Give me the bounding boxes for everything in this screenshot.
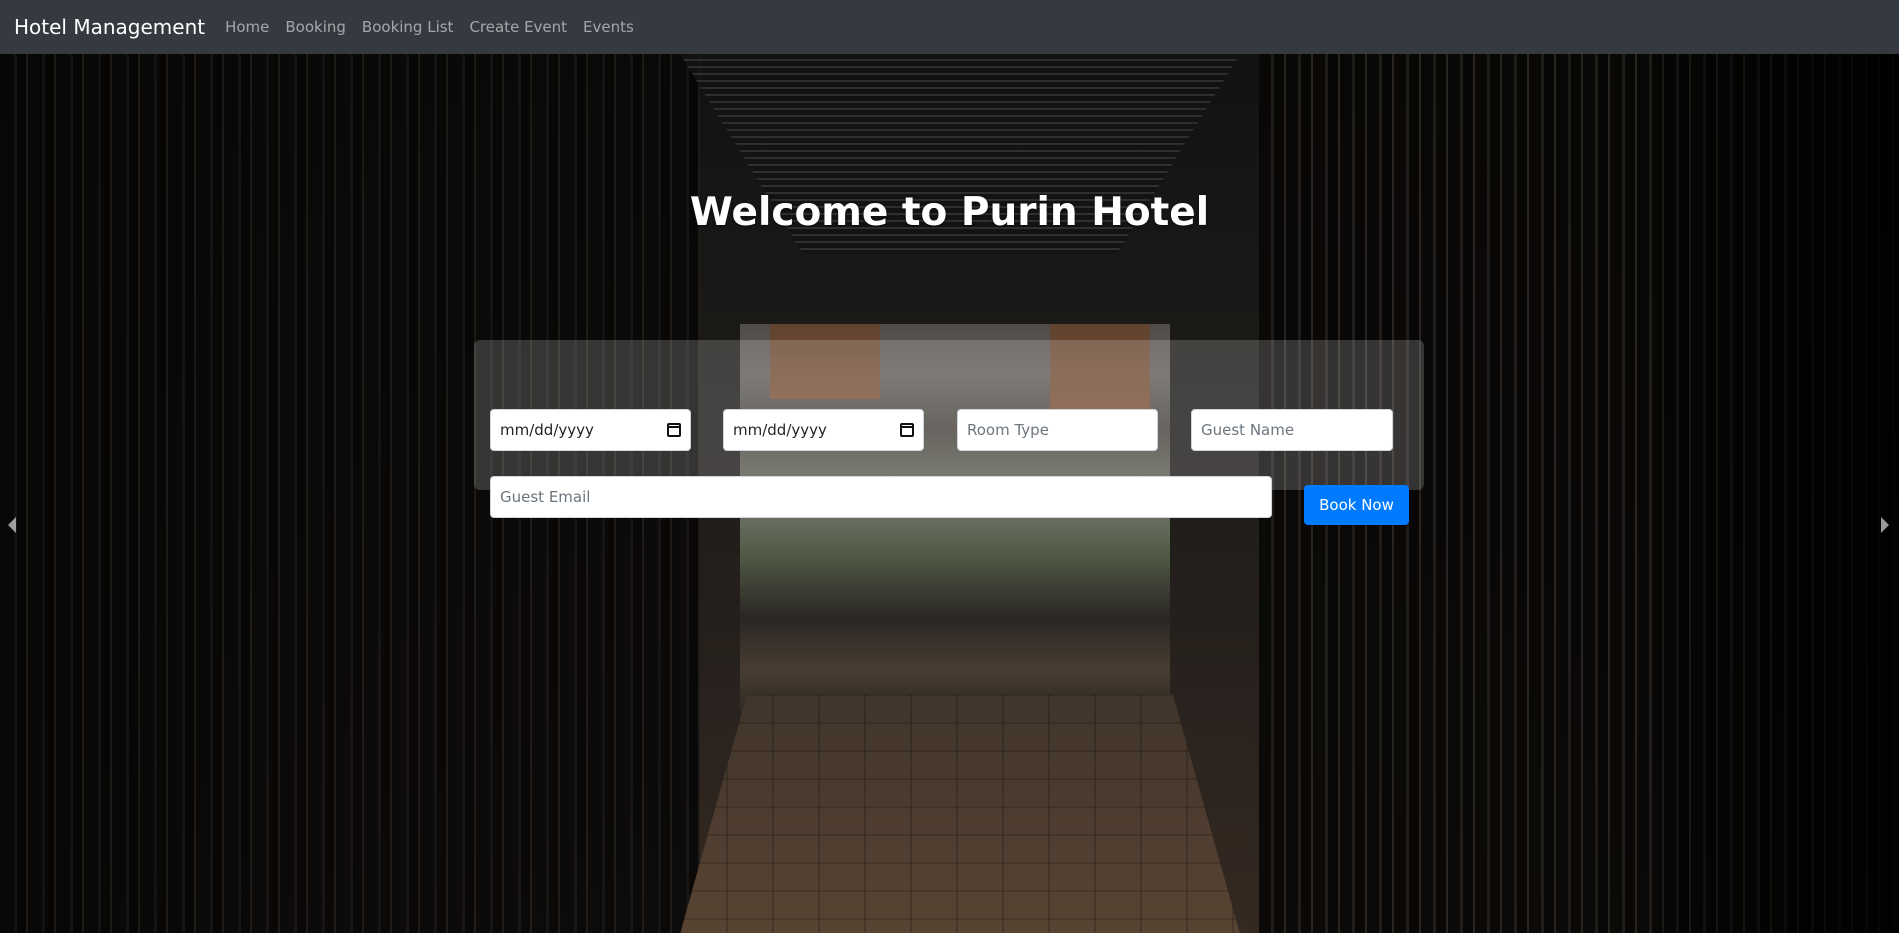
guest-email-input[interactable]: Guest Email (490, 476, 1272, 518)
calendar-icon[interactable] (900, 423, 914, 437)
chevron-right-icon[interactable] (1881, 517, 1889, 533)
calendar-icon[interactable] (667, 423, 681, 437)
check-out-placeholder: mm/dd/yyyy (733, 421, 827, 439)
guest-name-input[interactable]: Guest Name (1191, 409, 1393, 451)
guest-email-placeholder: Guest Email (500, 488, 591, 506)
guest-name-placeholder: Guest Name (1201, 421, 1295, 439)
room-type-input[interactable]: Room Type (957, 409, 1158, 451)
nav-link-booking[interactable]: Booking (285, 18, 346, 36)
book-now-button[interactable]: Book Now (1304, 485, 1409, 525)
chevron-left-icon[interactable] (8, 517, 16, 533)
brand-logo[interactable]: Hotel Management (14, 15, 205, 39)
room-type-placeholder: Room Type (967, 421, 1049, 439)
navbar: Hotel Management Home Booking Booking Li… (0, 0, 1899, 54)
page-title: Welcome to Purin Hotel (689, 190, 1210, 235)
nav-link-events[interactable]: Events (583, 18, 634, 36)
check-out-date-input[interactable]: mm/dd/yyyy (723, 409, 924, 451)
nav-link-booking-list[interactable]: Booking List (362, 18, 454, 36)
nav-link-create-event[interactable]: Create Event (469, 18, 567, 36)
nav-link-home[interactable]: Home (225, 18, 269, 36)
check-in-date-input[interactable]: mm/dd/yyyy (490, 409, 691, 451)
check-in-placeholder: mm/dd/yyyy (500, 421, 594, 439)
